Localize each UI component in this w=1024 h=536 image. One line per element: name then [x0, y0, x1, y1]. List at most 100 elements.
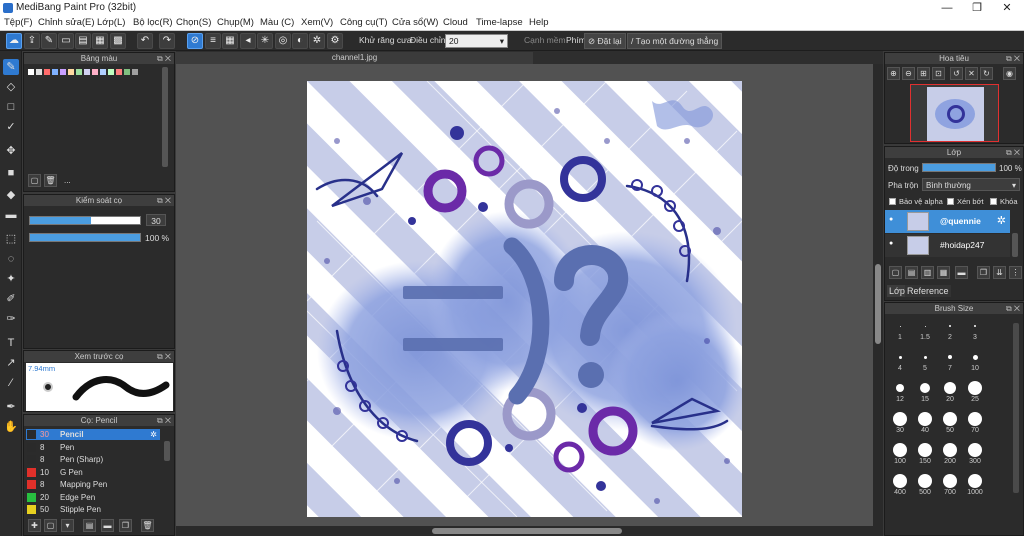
tab-reference[interactable]: Reference [905, 285, 951, 297]
panel-close-icon[interactable]: ⧉ ✕ [1006, 53, 1020, 64]
menu-layer[interactable]: Lớp(L) [97, 17, 125, 28]
menu-color[interactable]: Màu (C) [260, 17, 294, 28]
palette-swatch[interactable] [36, 69, 42, 75]
circle-snap-icon[interactable]: ◎ [275, 33, 291, 49]
brush-list-item[interactable]: 10 G Pen [26, 467, 160, 478]
palette-swatch[interactable] [124, 69, 130, 75]
select-pen-icon[interactable]: ✐ [3, 291, 19, 307]
hand-tool-icon[interactable]: ✋ [3, 419, 19, 435]
canvas-horizontal-scrollbar[interactable] [176, 526, 883, 536]
brush-size-option[interactable]: 30 [889, 411, 911, 434]
eye-icon[interactable]: ● [889, 216, 893, 223]
palette-swatch[interactable] [108, 69, 114, 75]
no-snap-icon[interactable]: ⊘ [187, 33, 203, 49]
eyedropper-icon[interactable]: ✒ [3, 399, 19, 415]
share-icon[interactable]: ⇪ [24, 33, 40, 49]
palette-swatch[interactable] [44, 69, 50, 75]
select-tool-icon[interactable]: ⬚ [3, 231, 19, 247]
maximize-button[interactable]: ❐ [962, 0, 992, 16]
brush-size-option[interactable]: 2 [939, 318, 961, 341]
magic-wand-icon[interactable]: ✦ [3, 271, 19, 287]
brush-tool-icon[interactable]: ✎ [3, 59, 19, 75]
fill-rect-tool-icon[interactable]: ■ [3, 165, 19, 181]
straight-line-button[interactable]: / Tạo một đường thẳng [627, 33, 723, 49]
brush-size-slider[interactable] [29, 216, 141, 225]
brush-size-option[interactable]: 5 [914, 349, 936, 372]
brush-size-option[interactable]: 300 [964, 442, 986, 465]
panel-close-icon[interactable]: ⧉ ✕ [157, 195, 171, 206]
palette-swatch[interactable] [92, 69, 98, 75]
adjust-select[interactable]: 20 ▾ [445, 34, 508, 48]
text-tool-icon[interactable]: T [3, 335, 19, 351]
layer-opacity-slider[interactable] [922, 163, 996, 172]
tab-layer[interactable]: Lớp [887, 285, 907, 297]
palette-swatch[interactable] [84, 69, 90, 75]
palette-swatch[interactable] [132, 69, 138, 75]
new-layer-icon[interactable]: ▢ [889, 266, 902, 279]
chat-icon[interactable]: ▭ [58, 33, 74, 49]
brush-size-option[interactable]: 20 [939, 380, 961, 403]
menu-edit[interactable]: Chỉnh sửa(E) [38, 17, 95, 28]
palette-swatch[interactable] [28, 69, 34, 75]
brush-size-option[interactable]: 3 [964, 318, 986, 341]
brush-size-option[interactable]: 200 [939, 442, 961, 465]
brush-size-option[interactable]: 40 [914, 411, 936, 434]
clipping-checkbox[interactable] [947, 198, 954, 205]
bucket-tool-icon[interactable]: ◆ [3, 187, 19, 203]
brush-size-option[interactable]: 7 [939, 349, 961, 372]
palette-more[interactable]: ... [64, 176, 71, 185]
brush-size-option[interactable]: 15 [914, 380, 936, 403]
parallel-snap-icon[interactable]: ≡ [205, 33, 221, 49]
brush-size-option[interactable]: 70 [964, 411, 986, 434]
add-brush-icon[interactable]: ✚ [28, 519, 41, 532]
menu-window[interactable]: Cửa sổ(W) [392, 17, 438, 28]
vertical-scroll-thumb[interactable] [875, 264, 881, 344]
brush-size-option[interactable]: 100 [889, 442, 911, 465]
brush-size-value[interactable]: 30 [146, 214, 166, 226]
gradient-tool-icon[interactable]: ▬ [3, 207, 19, 223]
panel-close-icon[interactable]: ⧉ ✕ [157, 415, 171, 426]
brush-doc-icon[interactable]: ▤ [83, 519, 96, 532]
new-1bit-layer-icon[interactable]: ▦ [937, 266, 950, 279]
brush-list-item[interactable]: 50 Stipple Pen [26, 504, 160, 515]
document-icon[interactable]: ▦ [92, 33, 108, 49]
layer-item[interactable]: ● @quennie ✲ [885, 210, 1010, 233]
minimize-button[interactable]: — [932, 0, 962, 16]
palette-swatch[interactable] [76, 69, 82, 75]
document-tab[interactable]: channel1.jpg [176, 52, 533, 64]
blend-select[interactable]: Bình thường ▾ [922, 178, 1020, 191]
brush-size-option[interactable]: 10 [964, 349, 986, 372]
comment-icon[interactable]: ✎ [41, 33, 57, 49]
eraser-tool-icon[interactable]: ◇ [3, 79, 19, 95]
protect-alpha-checkbox[interactable] [889, 198, 896, 205]
select-eraser-icon[interactable]: ✑ [3, 311, 19, 327]
layer-folder-icon[interactable]: ▬ [955, 266, 968, 279]
layer-settings-icon[interactable]: ✲ [997, 214, 1006, 227]
close-button[interactable]: ✕ [992, 0, 1022, 16]
brush-size-option[interactable]: 700 [939, 473, 961, 496]
vanish-snap-icon[interactable]: ◂ [240, 33, 256, 49]
rotate-right-icon[interactable]: ↻ [980, 67, 993, 80]
artwork-canvas[interactable] [307, 81, 742, 517]
merge-layer-icon[interactable]: ⇊ [993, 266, 1006, 279]
radial-snap-icon[interactable]: ✳ [257, 33, 273, 49]
zoom-out-icon[interactable]: ⊖ [902, 67, 915, 80]
brush-size-option[interactable]: 500 [914, 473, 936, 496]
menu-help[interactable]: Help [529, 17, 549, 28]
palette-swatch[interactable] [116, 69, 122, 75]
snap-gear-icon[interactable]: ⚙ [327, 33, 343, 49]
brush-size-option[interactable]: 12 [889, 380, 911, 403]
check-tool-icon[interactable]: ✓ [3, 119, 19, 135]
brush-list-item[interactable]: 8 Pen (Sharp) [26, 454, 160, 465]
operation-tool-icon[interactable]: ↗ [3, 355, 19, 371]
brush-size-option[interactable]: 150 [914, 442, 936, 465]
canvas-vertical-scrollbar[interactable] [873, 64, 883, 526]
palette-swatch[interactable] [52, 69, 58, 75]
brush-list-scrollbar[interactable] [164, 441, 170, 461]
cloud-icon[interactable]: ☁ [6, 33, 22, 49]
brush-list-item[interactable]: 8 Pen [26, 442, 160, 453]
new-palette-icon[interactable]: ▢ [28, 174, 41, 187]
panel-close-icon[interactable]: ⧉ ✕ [157, 53, 171, 64]
menu-capture[interactable]: Chụp(M) [217, 17, 254, 28]
brush-list-item[interactable]: 30 Pencil ✲ [26, 429, 160, 440]
